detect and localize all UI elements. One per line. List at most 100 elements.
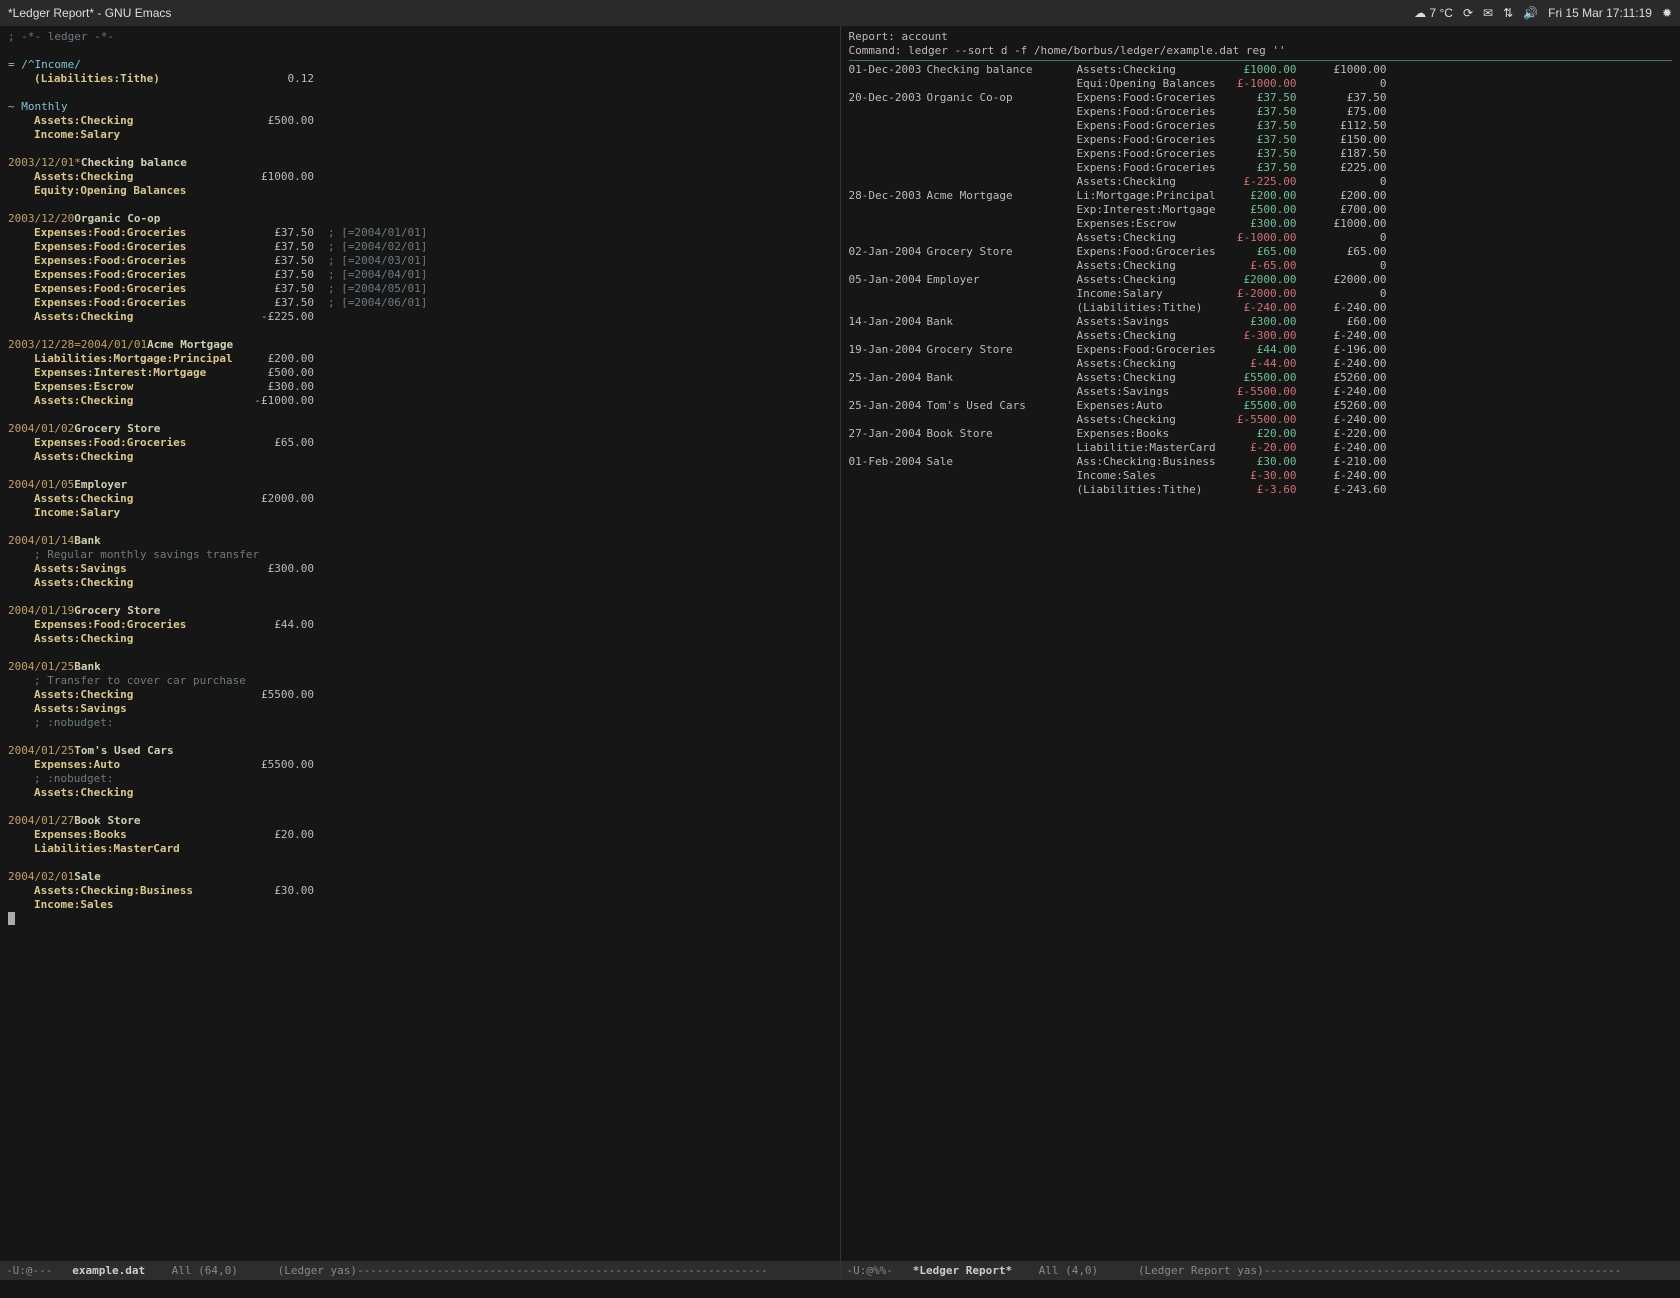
settings-gear-icon[interactable]: ✹ [1662,6,1672,20]
report-payee: Tom's Used Cars [927,399,1077,413]
mail-icon[interactable]: ✉ [1483,6,1493,20]
posting-account: Liabilities:MasterCard [34,842,234,856]
report-date: 28-Dec-2003 [849,189,927,203]
report-account: Expens:Food:Groceries [1077,245,1227,259]
report-date: 19-Jan-2004 [849,343,927,357]
report-total: £2000.00 [1297,273,1387,287]
report-payee [927,357,1077,371]
report-payee: Organic Co-op [927,91,1077,105]
report-payee [927,413,1077,427]
report-row: Expens:Food:Groceries£37.50£187.50 [849,147,1673,161]
report-amount: £-1000.00 [1227,231,1297,245]
report-row: Expens:Food:Groceries£37.50£225.00 [849,161,1673,175]
window-title: *Ledger Report* - GNU Emacs [8,6,171,20]
report-date: 01-Feb-2004 [849,455,927,469]
report-date [849,119,927,133]
report-amount: £-65.00 [1227,259,1297,273]
ledger-report-buffer[interactable]: Report: accountCommand: ledger --sort d … [841,26,1680,1261]
report-account: Exp:Interest:Mortgage [1077,203,1227,217]
ledger-source-buffer[interactable]: ; -*- ledger -*- = /^Income/(Liabilities… [0,26,840,1261]
report-payee [927,119,1077,133]
posting-amount: £500.00 [234,366,314,380]
posting-account: Assets:Checking [34,450,234,464]
report-row: Expenses:Escrow£300.00£1000.00 [849,217,1673,231]
refresh-icon[interactable]: ⟳ [1463,6,1473,20]
report-account: Expens:Food:Groceries [1077,119,1227,133]
posting-amount [234,184,314,198]
modeline-position: All (4,0) [1039,1264,1099,1277]
report-payee [927,147,1077,161]
report-amount: £30.00 [1227,455,1297,469]
report-total: £37.50 [1297,91,1387,105]
report-total: £-240.00 [1297,413,1387,427]
report-date [849,329,927,343]
report-amount: £1000.00 [1227,63,1297,77]
report-payee: Sale [927,455,1077,469]
posting-account: Income:Salary [34,506,234,520]
modeline-position: All (64,0) [172,1264,238,1277]
report-row: 25-Jan-2004BankAssets:Checking£5500.00£5… [849,371,1673,385]
posting-amount [234,632,314,646]
xact-date: 2004/01/19 [8,604,74,618]
report-payee [927,161,1077,175]
volume-icon[interactable]: 🔊 [1523,6,1538,20]
report-total: £65.00 [1297,245,1387,259]
report-payee [927,469,1077,483]
minibuffer[interactable] [0,1280,1680,1298]
report-date [849,133,927,147]
xact-payee: Bank [74,534,101,548]
report-total: £225.00 [1297,161,1387,175]
weather-indicator[interactable]: ☁ 7 °C [1414,6,1453,20]
report-amount: £300.00 [1227,217,1297,231]
report-payee: Grocery Store [927,245,1077,259]
report-payee [927,329,1077,343]
report-total: £112.50 [1297,119,1387,133]
report-account: Assets:Savings [1077,315,1227,329]
report-account: Expens:Food:Groceries [1077,147,1227,161]
report-date [849,259,927,273]
report-total: £1000.00 [1297,217,1387,231]
posting-account: Expenses:Books [34,828,234,842]
report-account: Expenses:Auto [1077,399,1227,413]
report-row: Assets:Checking£-225.000 [849,175,1673,189]
report-total: £-240.00 [1297,385,1387,399]
report-payee [927,441,1077,455]
posting-amount: -£1000.00 [234,394,314,408]
report-payee [927,301,1077,315]
posting-account: Expenses:Food:Groceries [34,436,234,450]
report-amount: £37.50 [1227,119,1297,133]
report-account: Assets:Savings [1077,385,1227,399]
posting-account: Assets:Checking [34,786,234,800]
posting-amount: £500.00 [234,114,314,128]
report-account: Assets:Checking [1077,357,1227,371]
report-row: 14-Jan-2004BankAssets:Savings£300.00£60.… [849,315,1673,329]
report-row: Income:Salary£-2000.000 [849,287,1673,301]
report-payee [927,203,1077,217]
report-amount: £-240.00 [1227,301,1297,315]
left-pane: ; -*- ledger -*- = /^Income/(Liabilities… [0,26,841,1280]
report-date [849,77,927,91]
report-account: Expens:Food:Groceries [1077,133,1227,147]
xact-payee: Employer [74,478,127,492]
report-total: £200.00 [1297,189,1387,203]
modeline-flags: -U:@--- [6,1264,52,1277]
report-total: 0 [1297,77,1387,91]
report-amount: £5500.00 [1227,371,1297,385]
periodic-xact-period: ~ Monthly [8,100,68,114]
report-total: £-240.00 [1297,357,1387,371]
network-icon[interactable]: ⇅ [1503,6,1513,20]
report-account: Expenses:Books [1077,427,1227,441]
modeline-fill: ----------------------------------------… [357,1264,768,1277]
posting-amount: £37.50 [234,240,314,254]
posting-account: Assets:Checking [34,170,234,184]
clock[interactable]: Fri 15 Mar 17:11:19 [1548,6,1652,20]
report-row: Assets:Checking£-1000.000 [849,231,1673,245]
xact-date: 2004/01/14 [8,534,74,548]
xact-date: 2004/01/02 [8,422,74,436]
posting-account: Expenses:Auto [34,758,234,772]
report-date [849,287,927,301]
report-date: 14-Jan-2004 [849,315,927,329]
posting-account: Assets:Checking [34,394,234,408]
xact-payee: Organic Co-op [74,212,160,226]
report-row: 02-Jan-2004Grocery StoreExpens:Food:Groc… [849,245,1673,259]
